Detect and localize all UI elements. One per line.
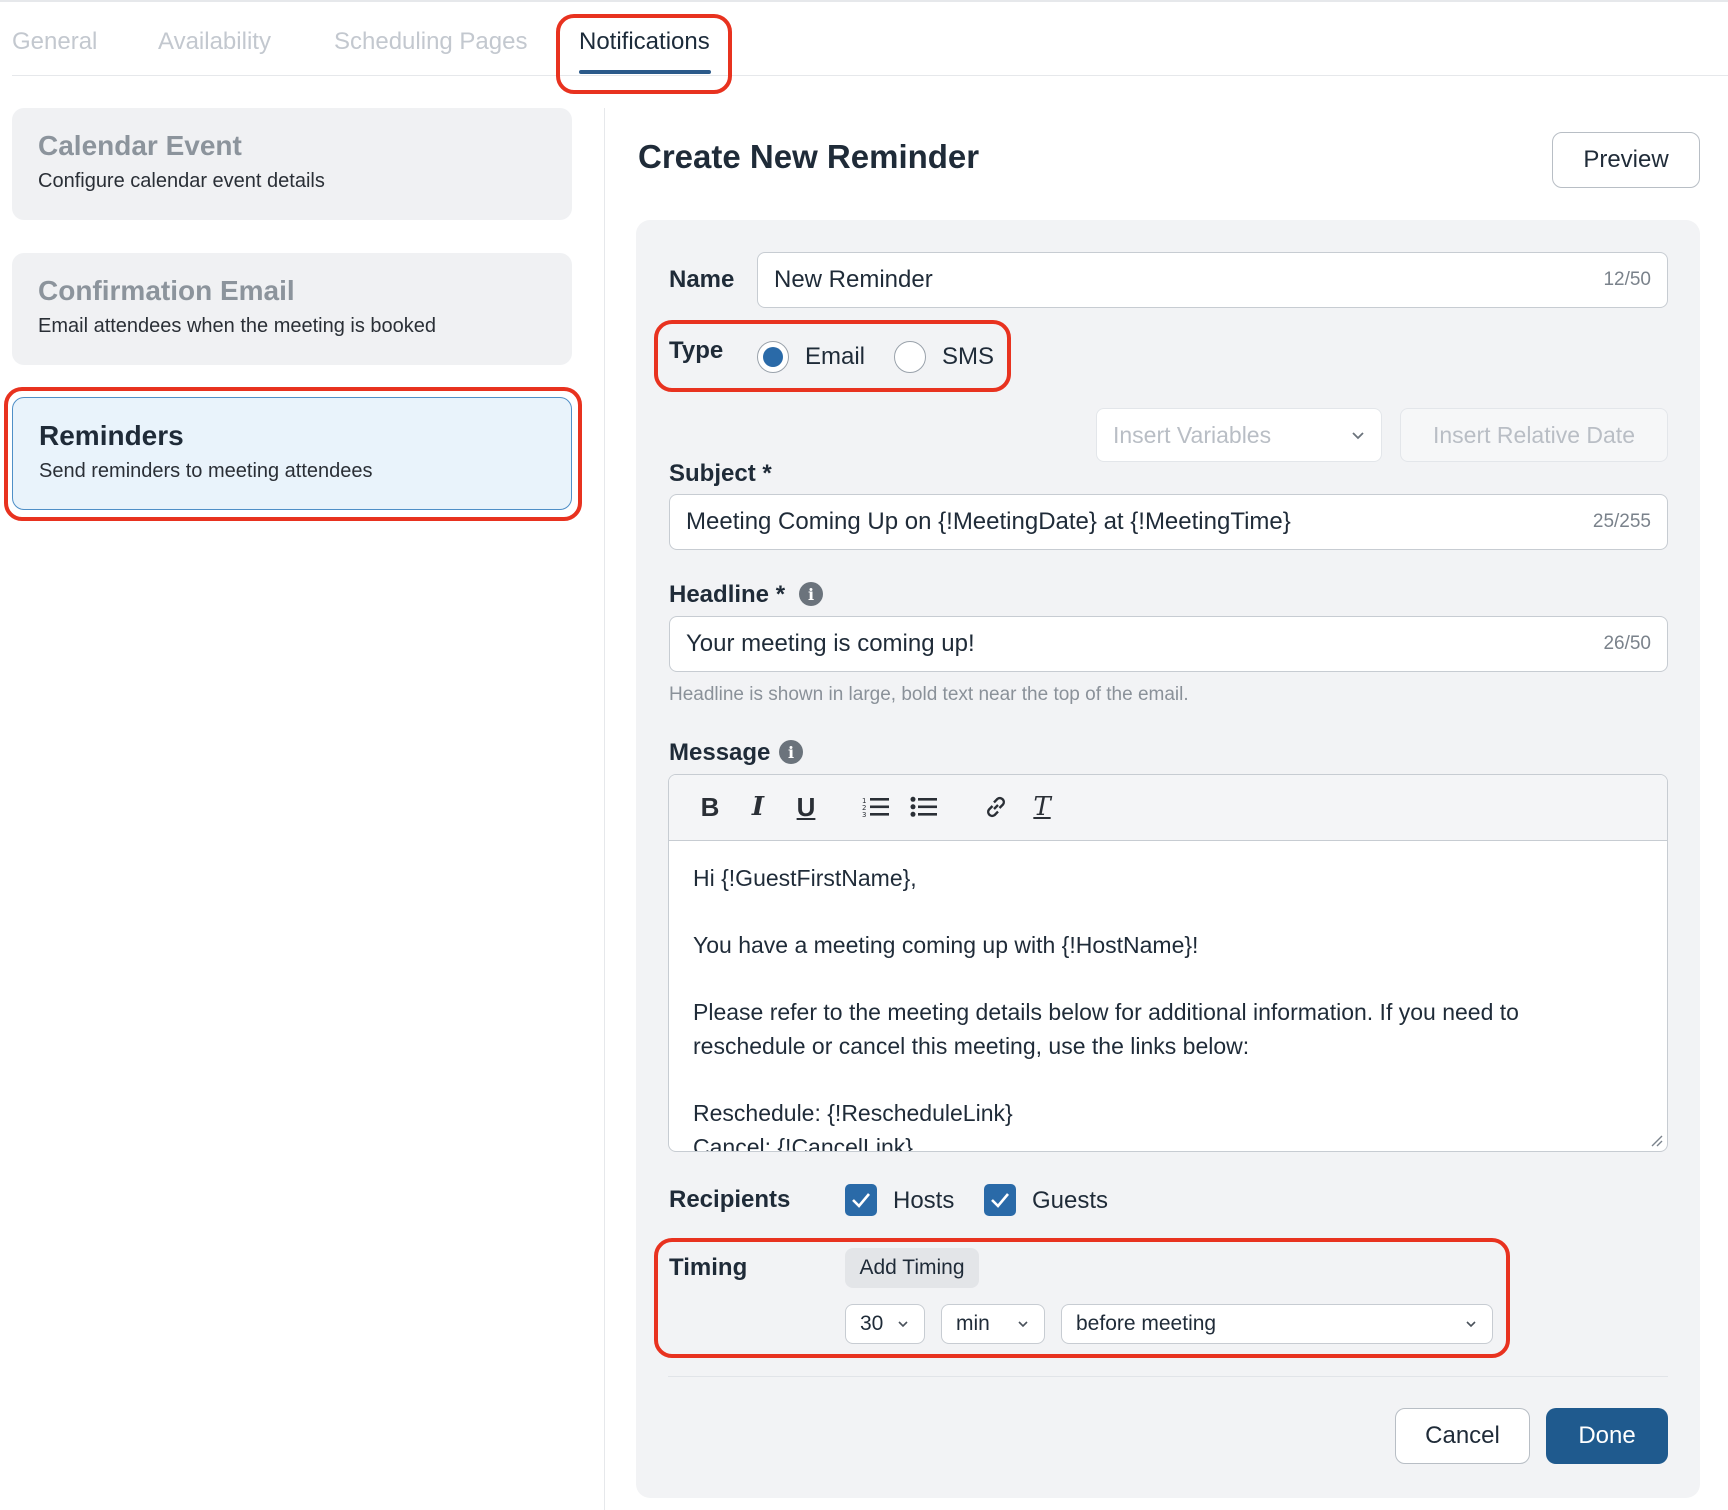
message-line: Cancel: {!CancelLink}	[693, 1134, 913, 1152]
page-title: Create New Reminder	[638, 138, 980, 175]
name-value: New Reminder	[774, 266, 933, 293]
message-line: Reschedule: {!RescheduleLink}	[693, 1100, 1013, 1126]
preview-button[interactable]: Preview	[1552, 132, 1700, 188]
resize-handle-icon[interactable]	[1649, 1133, 1663, 1147]
timing-amount-value: 30	[860, 1312, 884, 1335]
info-icon[interactable]: i	[779, 740, 803, 764]
column-divider	[604, 108, 605, 1510]
editor-toolbar: B I U 123 T	[669, 775, 1667, 841]
link-icon[interactable]	[979, 789, 1013, 825]
timing-unit-select[interactable]: min	[941, 1304, 1045, 1344]
headline-help-text: Headline is shown in large, bold text ne…	[669, 684, 1189, 705]
info-icon[interactable]: i	[799, 582, 823, 606]
subject-char-count: 25/255	[1592, 511, 1651, 532]
message-body[interactable]: Hi {!GuestFirstName}, You have a meeting…	[693, 861, 1607, 1152]
subject-label: Subject *	[669, 460, 772, 487]
hosts-label[interactable]: Hosts	[893, 1187, 954, 1215]
chevron-down-icon	[1018, 1321, 1028, 1328]
clear-format-glyph: T	[1033, 792, 1051, 822]
underline-button[interactable]: U	[791, 789, 821, 825]
name-label: Name	[669, 266, 735, 293]
check-icon	[991, 1193, 1009, 1208]
guests-label[interactable]: Guests	[1032, 1187, 1108, 1215]
card-title: Calendar Event	[38, 130, 242, 161]
message-line: You have a meeting coming up with {!Host…	[693, 932, 1199, 958]
recipients-label: Recipients	[669, 1186, 791, 1213]
timing-relation-select[interactable]: before meeting	[1061, 1304, 1493, 1344]
message-line: Please refer to the meeting details belo…	[693, 999, 1519, 1059]
tab-divider	[12, 75, 1728, 76]
headline-value: Your meeting is coming up!	[686, 630, 975, 657]
card-subtitle: Email attendees when the meeting is book…	[38, 315, 437, 337]
subject-value: Meeting Coming Up on {!MeetingDate} at {…	[686, 508, 1291, 535]
clear-format-icon[interactable]: T	[1027, 789, 1057, 825]
radio-sms-label[interactable]: SMS	[942, 343, 994, 371]
card-subtitle: Configure calendar event details	[38, 170, 325, 192]
top-border	[0, 0, 1728, 2]
hosts-checkbox[interactable]	[845, 1184, 877, 1216]
add-timing-button[interactable]: Add Timing	[845, 1248, 979, 1288]
insert-variables-dropdown[interactable]: Insert Variables	[1096, 408, 1382, 462]
tab-notifications[interactable]: Notifications	[579, 22, 710, 62]
card-title: Confirmation Email	[38, 275, 295, 306]
card-title: Reminders	[39, 420, 184, 451]
italic-button[interactable]: I	[743, 789, 773, 825]
timing-relation-value: before meeting	[1076, 1312, 1217, 1335]
message-label: Message	[669, 739, 771, 766]
chevron-down-icon	[1466, 1321, 1476, 1328]
name-field[interactable]: New Reminder 12/50	[757, 252, 1668, 308]
tab-availability[interactable]: Availability	[158, 22, 271, 62]
headline-field[interactable]: Your meeting is coming up! 26/50	[669, 616, 1668, 672]
check-icon	[852, 1193, 870, 1208]
timing-unit-value: min	[956, 1312, 990, 1335]
insert-relative-date-button[interactable]: Insert Relative Date	[1400, 408, 1668, 462]
bold-button[interactable]: B	[695, 789, 725, 825]
active-tab-indicator	[579, 70, 711, 74]
name-char-count: 12/50	[1603, 269, 1651, 290]
chevron-down-icon	[898, 1321, 908, 1328]
headline-label: Headline *	[669, 581, 786, 608]
radio-sms[interactable]	[894, 341, 926, 373]
ordered-list-icon[interactable]: 123	[859, 789, 893, 825]
form-footer-divider	[668, 1376, 1668, 1377]
done-button[interactable]: Done	[1546, 1408, 1668, 1464]
message-line: Hi {!GuestFirstName},	[693, 865, 917, 891]
insert-variables-label: Insert Variables	[1113, 421, 1272, 448]
card-subtitle: Send reminders to meeting attendees	[39, 460, 373, 482]
timing-label: Timing	[669, 1254, 748, 1281]
tab-scheduling-pages[interactable]: Scheduling Pages	[334, 22, 527, 62]
card-calendar-event[interactable]: Calendar Event Configure calendar event …	[12, 108, 572, 220]
guests-checkbox[interactable]	[984, 1184, 1016, 1216]
radio-email[interactable]	[757, 341, 789, 373]
chevron-down-icon	[1352, 432, 1364, 440]
bulleted-list-icon[interactable]	[907, 789, 941, 825]
headline-char-count: 26/50	[1603, 633, 1651, 654]
tab-general[interactable]: General	[12, 22, 97, 62]
card-confirmation-email[interactable]: Confirmation Email Email attendees when …	[12, 253, 572, 365]
card-reminders[interactable]: Reminders Send reminders to meeting atte…	[12, 397, 572, 510]
message-editor[interactable]: B I U 123 T Hi {!GuestFirstName}, You ha…	[668, 774, 1668, 1152]
cancel-button[interactable]: Cancel	[1395, 1408, 1530, 1464]
svg-text:3: 3	[862, 811, 866, 819]
radio-selected-dot	[763, 347, 783, 367]
timing-amount-select[interactable]: 30	[845, 1304, 925, 1344]
subject-field[interactable]: Meeting Coming Up on {!MeetingDate} at {…	[669, 494, 1668, 550]
type-label: Type	[669, 337, 724, 364]
radio-email-label[interactable]: Email	[805, 343, 865, 371]
